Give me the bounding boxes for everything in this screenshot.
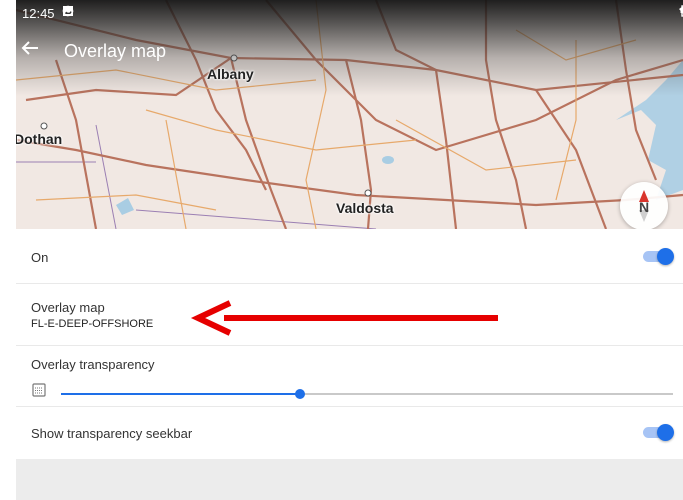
compass-icon: N <box>639 190 649 222</box>
city-label-dothan: Dothan <box>16 131 63 147</box>
at-sign-icon <box>62 5 74 17</box>
empty-area <box>16 459 683 500</box>
on-row[interactable]: On <box>16 229 683 284</box>
transparency-slider[interactable] <box>61 387 673 401</box>
battery-icon <box>681 5 683 17</box>
map-preview: Albany Dothan Valdosta 12:45 Overlay map… <box>16 0 683 229</box>
app-bar: Overlay map <box>16 34 683 68</box>
slider-thumb[interactable] <box>294 389 305 399</box>
page-title: Overlay map <box>64 41 167 61</box>
show-seekbar-row[interactable]: Show transparency seekbar <box>16 407 683 461</box>
overlay-map-label: Overlay map <box>31 300 105 315</box>
overlay-map-value: FL-E-DEEP-OFFSHORE <box>31 318 154 330</box>
overlay-transparency-label: Overlay transparency <box>31 357 155 372</box>
city-label-albany: Albany <box>207 66 254 82</box>
on-toggle[interactable] <box>643 248 674 265</box>
back-arrow-icon[interactable] <box>16 34 44 62</box>
settings-list: On Overlay map FL-E-DEEP-OFFSHORE Overla… <box>16 229 683 461</box>
city-label-valdosta: Valdosta <box>336 200 394 216</box>
transparency-icon <box>32 383 46 397</box>
overlay-transparency-row: Overlay transparency <box>16 346 683 407</box>
show-seekbar-toggle[interactable] <box>643 424 674 441</box>
compass-button[interactable]: N <box>620 182 668 229</box>
status-bar: 12:45 <box>16 0 683 28</box>
show-seekbar-label: Show transparency seekbar <box>31 426 193 441</box>
compass-label: N <box>639 199 649 215</box>
status-time: 12:45 <box>22 6 55 21</box>
red-annotation-arrow-icon <box>190 300 498 336</box>
on-label: On <box>31 250 49 265</box>
